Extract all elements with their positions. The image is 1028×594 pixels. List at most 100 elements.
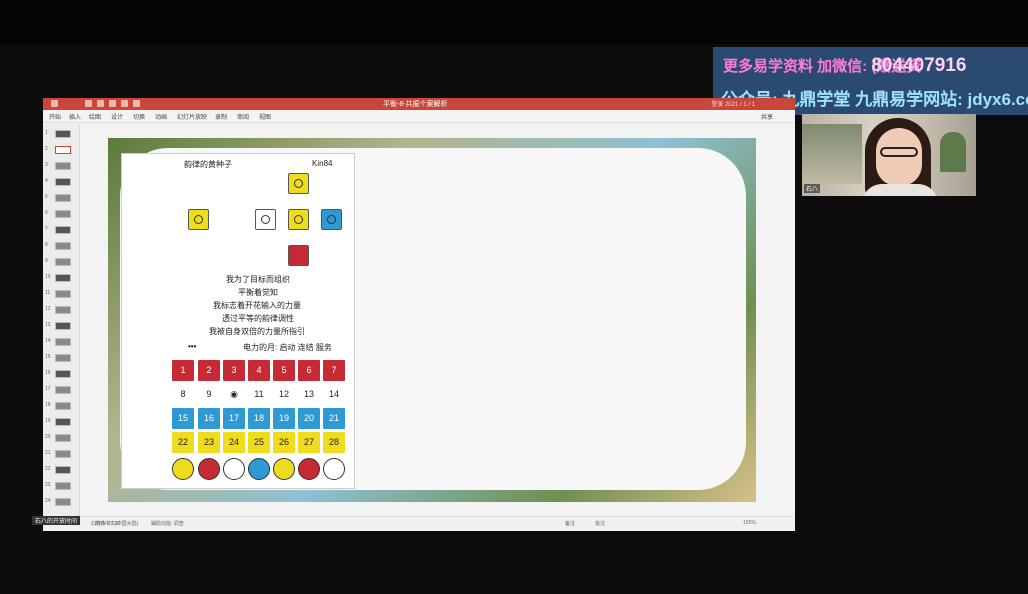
grid-cell: 21 xyxy=(323,408,345,429)
grid-cell: 24 xyxy=(223,432,245,453)
slide-thumbnail[interactable] xyxy=(55,466,71,474)
menu-slideshow[interactable]: 幻灯片放映 xyxy=(177,112,207,121)
zoom-level[interactable]: 155% xyxy=(743,520,756,526)
slide-thumbnail[interactable] xyxy=(55,226,71,234)
status-language: 简体中文(中国大陆) xyxy=(95,521,139,527)
menu-home[interactable]: 开始 xyxy=(49,112,61,121)
save-icon[interactable] xyxy=(97,100,104,107)
slide-thumbnail-panel[interactable]: 1 2 3 4 5 6 7 8 9 10 11 12 13 14 15 16 17 18 19 20 21 22 23 24 xyxy=(43,124,80,516)
banner-prefix: 更多易学资料 加微信: xyxy=(723,58,868,75)
slide-number: 20 xyxy=(45,434,51,440)
affirmation-line-1: 我为了目标而组织 xyxy=(226,275,290,284)
slide-number: 15 xyxy=(45,354,51,360)
home-icon[interactable] xyxy=(85,100,92,107)
slide-thumbnail[interactable] xyxy=(55,274,71,282)
slide-thumbnail[interactable] xyxy=(55,130,71,138)
status-bar: 幻灯片 2 / 32 简体中文(中国大陆) 辅助功能: 调查 备注 批注 155… xyxy=(43,516,795,531)
plasma-kali-icon xyxy=(248,458,270,480)
menu-draw[interactable]: 绘图 xyxy=(89,112,101,121)
slide-thumbnail[interactable] xyxy=(55,322,71,330)
slide-thumbnail[interactable] xyxy=(55,386,71,394)
grid-cell: 11 xyxy=(254,389,264,399)
slide-thumbnail[interactable] xyxy=(55,258,71,266)
plasma-dali-icon xyxy=(172,458,194,480)
grid-cell: 15 xyxy=(172,408,194,429)
plasma-alpha-icon xyxy=(273,458,295,480)
slide-thumbnail[interactable] xyxy=(55,498,71,506)
grid-cell: 13 xyxy=(303,389,314,399)
slide-thumbnail[interactable] xyxy=(55,338,71,346)
title-right-info: 登录 2021 / 1 / 1 xyxy=(711,102,755,108)
guide-seed-glyph xyxy=(288,173,309,194)
webcam-label: 石八 xyxy=(804,184,821,193)
slide-thumbnail[interactable] xyxy=(55,242,71,250)
slide-number: 16 xyxy=(45,370,51,376)
slide-number: 6 xyxy=(45,210,48,216)
webcam-background-shelf xyxy=(802,124,862,184)
presenter-shirt xyxy=(862,184,938,196)
grid-cell: 17 xyxy=(223,408,245,429)
slide-number: 23 xyxy=(45,482,51,488)
affirmation-line-4: 透过平等的韵律调性 xyxy=(222,314,294,323)
slide-thumbnail[interactable] xyxy=(55,450,71,458)
presenter-face xyxy=(876,128,922,186)
slide-thumbnail[interactable] xyxy=(55,194,71,202)
slide-number: 21 xyxy=(45,450,51,456)
grid-cell: 9 xyxy=(206,389,212,399)
slide-thumbnail[interactable] xyxy=(55,354,71,362)
slide-number: 13 xyxy=(45,322,51,328)
slide-thumbnail[interactable] xyxy=(55,370,71,378)
share-button[interactable]: 共享 xyxy=(761,112,773,121)
grid-cell: 3 xyxy=(223,360,245,381)
grid-cell: 6 xyxy=(298,360,320,381)
title-bar: 平衡-8-共振个案解析 登录 2021 / 1 / 1 xyxy=(43,98,795,110)
grid-cell: 4 xyxy=(248,360,270,381)
menu-view[interactable]: 视图 xyxy=(259,112,271,121)
slide-thumbnail[interactable] xyxy=(55,162,71,170)
grid-cell: 5 xyxy=(273,360,295,381)
plasma-seli-icon xyxy=(198,458,220,480)
redo-icon[interactable] xyxy=(121,100,128,107)
menu-review[interactable]: 审阅 xyxy=(237,112,249,121)
comments-button[interactable]: 批注 xyxy=(595,520,605,527)
analog-seed-glyph xyxy=(188,209,209,230)
status-accessibility[interactable]: 辅助功能: 调查 xyxy=(151,520,184,527)
slide-thumbnail[interactable] xyxy=(55,290,71,298)
menu-design[interactable]: 设计 xyxy=(111,112,123,121)
affirmation-line-3: 我标志着开花输入的力量 xyxy=(213,301,301,310)
affirmation-line-2: 平衡着觉知 xyxy=(238,288,278,297)
slide-number: 14 xyxy=(45,338,51,344)
menu-animations[interactable]: 动画 xyxy=(155,112,167,121)
undo-icon[interactable] xyxy=(109,100,116,107)
grid-cell: 26 xyxy=(273,432,295,453)
menu-insert[interactable]: 插入 xyxy=(69,112,81,121)
slide-number: 9 xyxy=(45,258,48,264)
presenter-glasses xyxy=(880,147,918,157)
grid-cell: 20 xyxy=(298,408,320,429)
grid-cell: 28 xyxy=(323,432,345,453)
kin-card: 韵律的黄种子 Kin84 我为了目标而组织 平衡着觉知 我标志着开花输入的力量 … xyxy=(121,153,355,489)
ribbon-menu: 开始 插入 绘图 设计 切换 动画 幻灯片放映 录制 审阅 视图 共享 xyxy=(43,110,795,123)
menu-transitions[interactable]: 切换 xyxy=(133,112,145,121)
slide-thumbnail[interactable] xyxy=(55,402,71,410)
slide-thumbnail[interactable] xyxy=(55,146,71,154)
slide-number: 1 xyxy=(45,130,48,136)
slide-thumbnail[interactable] xyxy=(55,306,71,314)
grid-cell: 7 xyxy=(323,360,345,381)
slide-thumbnail[interactable] xyxy=(55,482,71,490)
document-title: 平衡-8-共振个案解析 xyxy=(383,101,448,108)
slide-number: 7 xyxy=(45,226,48,232)
slide-number: 4 xyxy=(45,178,48,184)
slide-thumbnail[interactable] xyxy=(55,418,71,426)
slide-number: 11 xyxy=(45,290,51,296)
slide-thumbnail[interactable] xyxy=(55,434,71,442)
plasma-gamma-icon xyxy=(223,458,245,480)
tone-dots: ••• xyxy=(188,342,197,351)
slide-thumbnail[interactable] xyxy=(55,178,71,186)
grid-cell: 16 xyxy=(198,408,220,429)
occult-glyph xyxy=(288,245,309,266)
present-icon[interactable] xyxy=(133,100,140,107)
notes-button[interactable]: 备注 xyxy=(565,520,575,527)
slide-thumbnail[interactable] xyxy=(55,210,71,218)
menu-record[interactable]: 录制 xyxy=(215,112,227,121)
